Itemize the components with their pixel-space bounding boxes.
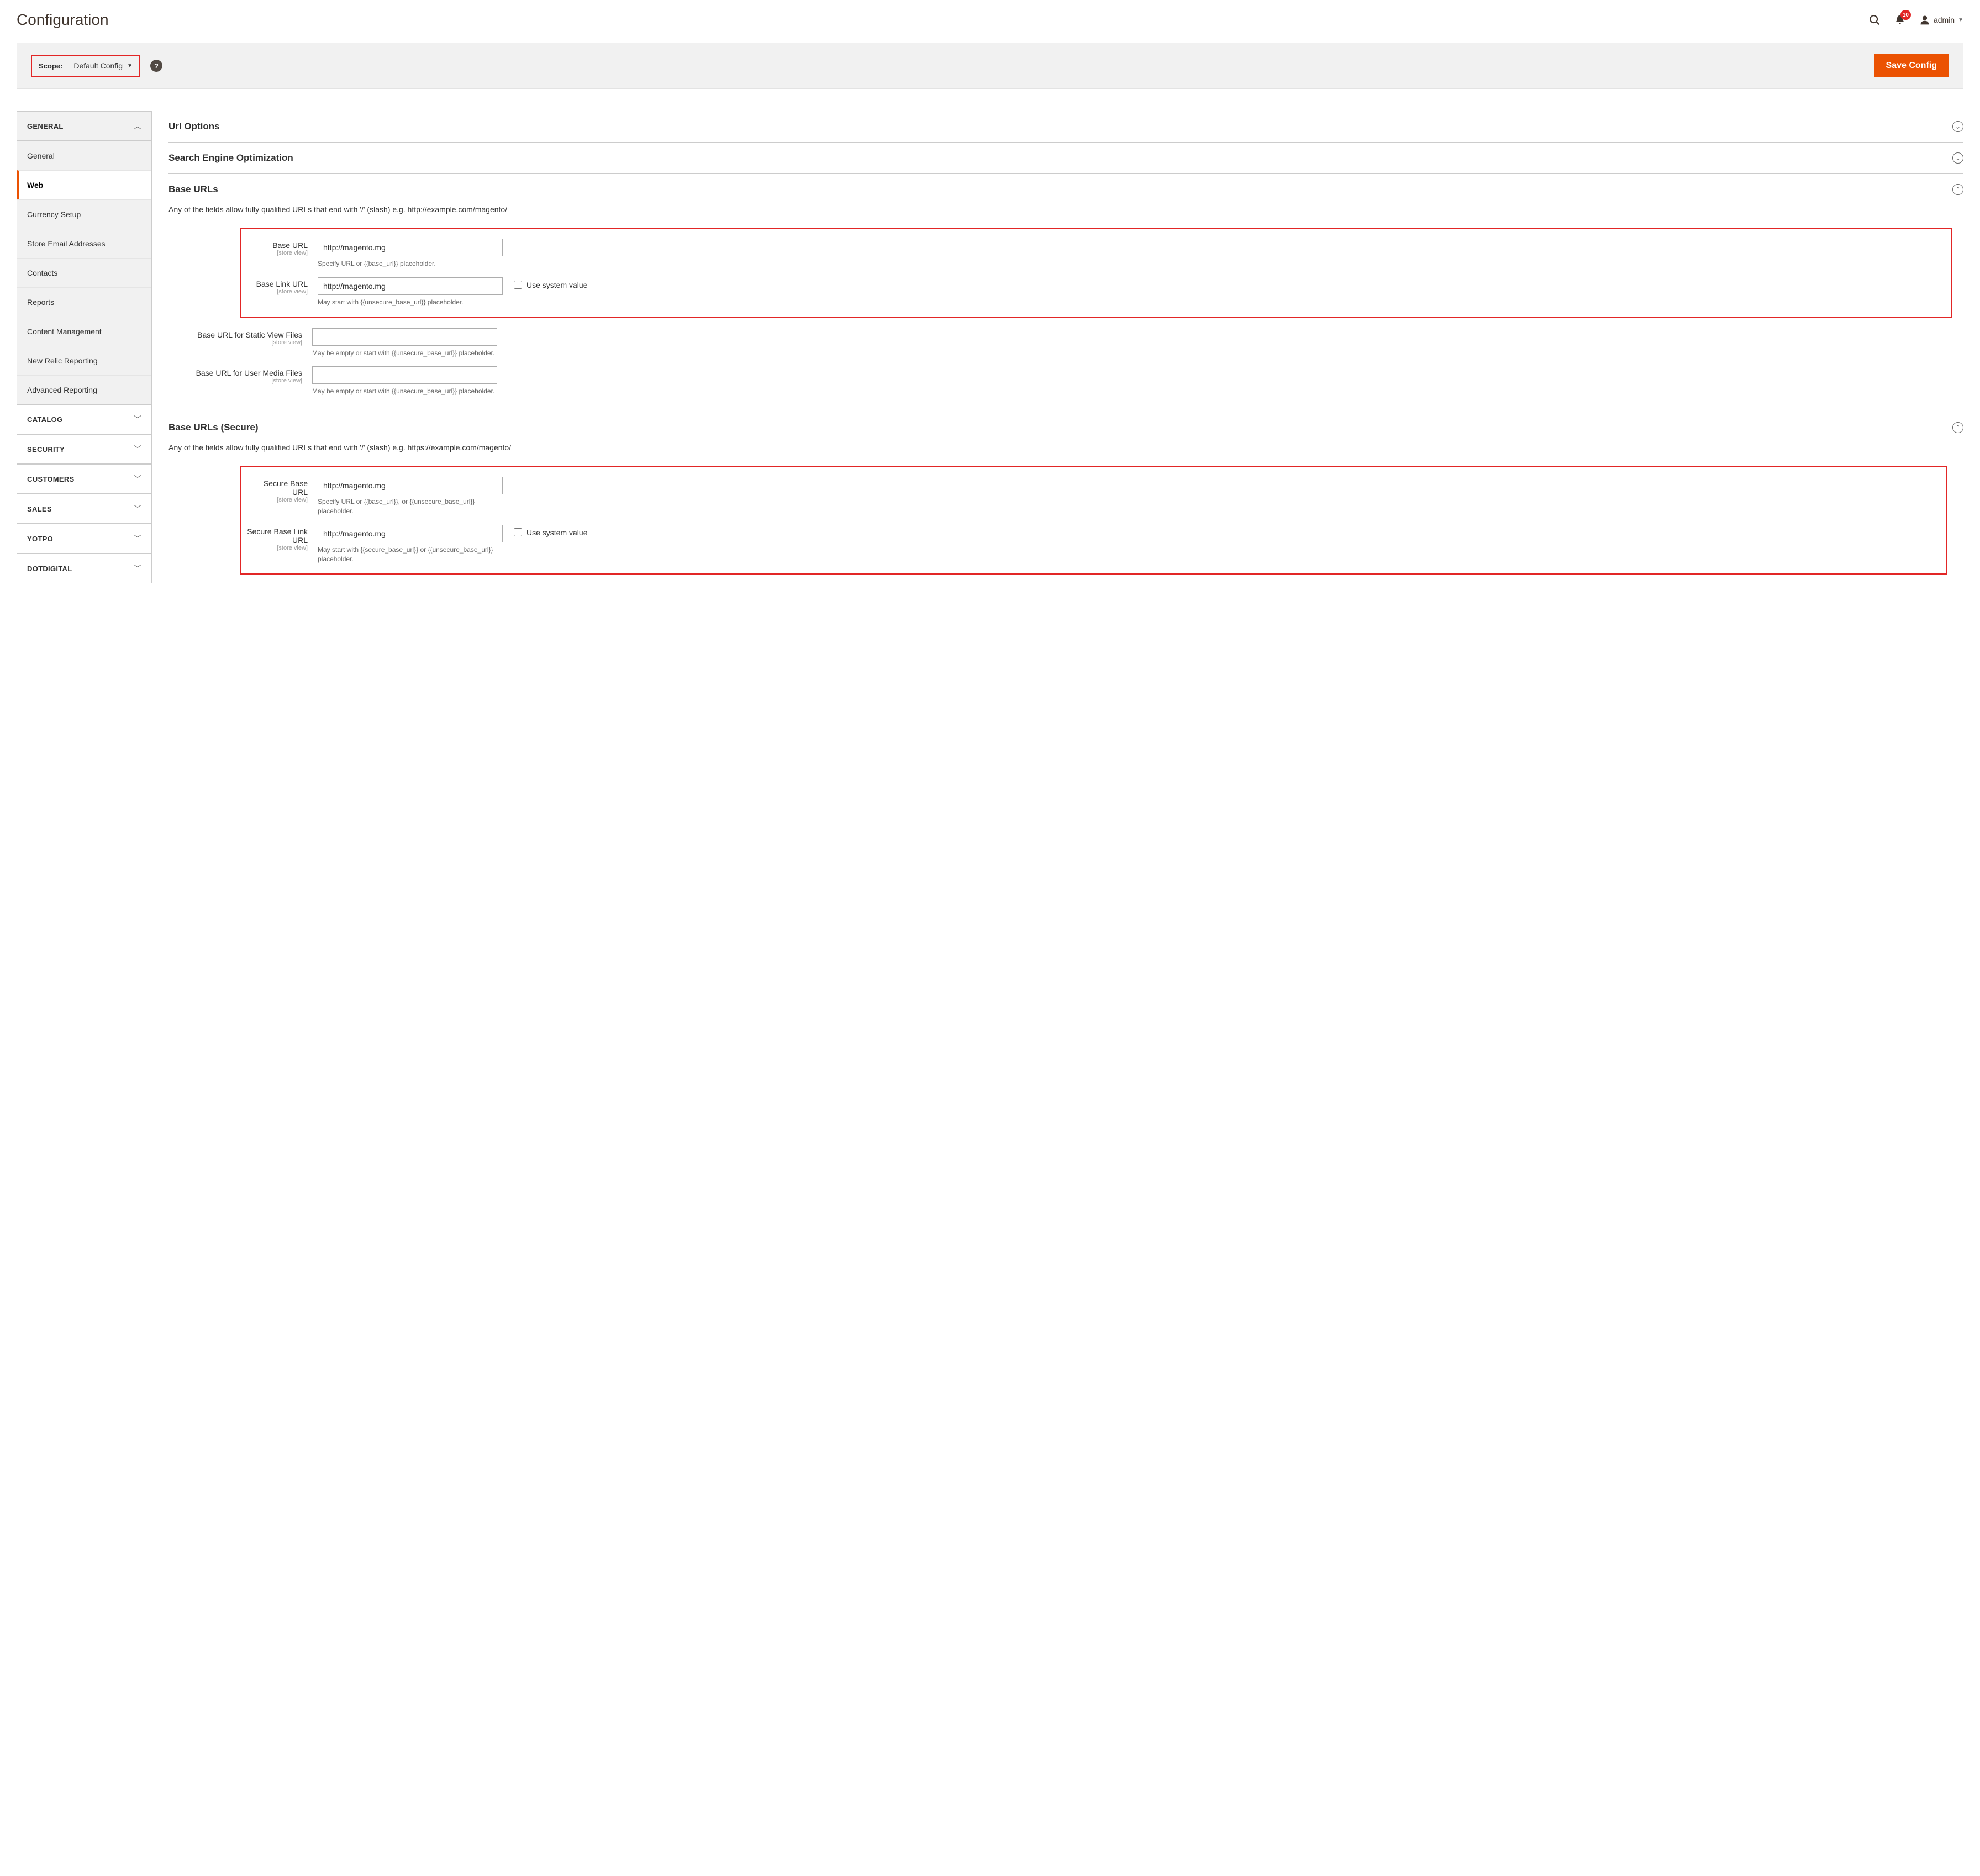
search-icon[interactable] (1868, 14, 1881, 26)
secure-base-url-hint: Specify URL or {{base_url}}, or {{unsecu… (318, 497, 503, 516)
base-link-url-input[interactable] (318, 277, 503, 295)
secure-base-link-url-label: Secure Base Link URL (247, 527, 308, 545)
sidebar-item-advanced-reporting[interactable]: Advanced Reporting (17, 375, 151, 404)
secure-base-link-url-system-checkbox[interactable] (514, 528, 522, 536)
sidebar-section-yotpo[interactable]: YOTPO ﹀ (17, 524, 151, 554)
base-link-url-system-checkbox[interactable] (514, 281, 522, 289)
sidebar-item-web[interactable]: Web (17, 170, 151, 199)
sidebar-section-dotdigital[interactable]: DOTDIGITAL ﹀ (17, 554, 151, 583)
panel-url-options[interactable]: Url Options ⌄ (168, 111, 1963, 142)
base-url-label: Base URL (272, 241, 308, 250)
sidebar-section-sales[interactable]: SALES ﹀ (17, 494, 151, 524)
chevron-down-icon: ﹀ (134, 533, 141, 544)
static-url-input[interactable] (312, 328, 497, 346)
sidebar-item-store-email[interactable]: Store Email Addresses (17, 229, 151, 258)
static-url-scope: [store view] (168, 339, 302, 346)
base-url-input[interactable] (318, 239, 503, 256)
config-main: Url Options ⌄ Search Engine Optimization… (168, 111, 1963, 591)
help-icon[interactable]: ? (150, 60, 162, 72)
sidebar-section-general[interactable]: GENERAL ︿ (17, 112, 151, 141)
page-header: Configuration 10 admin ▼ (17, 11, 1963, 43)
chevron-down-icon: ⌄ (1952, 152, 1963, 164)
save-config-button[interactable]: Save Config (1874, 54, 1949, 77)
username-label: admin (1934, 15, 1955, 24)
static-url-hint: May be empty or start with {{unsecure_ba… (312, 349, 497, 358)
base-urls-secure-note: Any of the fields allow fully qualified … (168, 443, 1963, 460)
config-sidebar: GENERAL ︿ General Web Currency Setup Sto… (17, 111, 152, 583)
page-title: Configuration (17, 11, 1868, 29)
chevron-up-icon: ⌃ (1952, 184, 1963, 195)
secure-base-urls-highlight: Secure Base URL [store view] Specify URL… (240, 466, 1947, 575)
notifications-button[interactable]: 10 (1894, 14, 1905, 26)
secure-base-url-scope: [store view] (246, 497, 308, 503)
scope-bar: Scope: Default Config ▼ ? Save Config (17, 43, 1963, 89)
panel-seo[interactable]: Search Engine Optimization ⌄ (168, 143, 1963, 173)
sidebar-item-currency-setup[interactable]: Currency Setup (17, 199, 151, 229)
base-link-url-scope: [store view] (246, 288, 308, 295)
base-urls-highlight: Base URL [store view] Specify URL or {{b… (240, 228, 1952, 318)
chevron-down-icon: ﹀ (134, 503, 141, 514)
sidebar-item-contacts[interactable]: Contacts (17, 258, 151, 287)
sidebar-section-customers[interactable]: CUSTOMERS ﹀ (17, 464, 151, 494)
chevron-down-icon: ﹀ (134, 444, 141, 455)
scope-value: Default Config (73, 61, 123, 70)
sidebar-section-security[interactable]: SECURITY ﹀ (17, 434, 151, 464)
secure-base-link-url-scope: [store view] (246, 545, 308, 551)
static-url-label: Base URL for Static View Files (197, 330, 302, 339)
user-menu[interactable]: admin ▼ (1919, 14, 1963, 25)
user-icon (1919, 14, 1930, 25)
chevron-up-icon: ⌃ (1952, 422, 1963, 433)
secure-base-url-input[interactable] (318, 477, 503, 494)
sidebar-item-new-relic[interactable]: New Relic Reporting (17, 346, 151, 375)
panel-base-urls-secure[interactable]: Base URLs (Secure) ⌃ (168, 412, 1963, 443)
secure-base-link-url-system-label: Use system value (526, 528, 587, 537)
caret-down-icon: ▼ (1958, 17, 1963, 23)
chevron-down-icon: ⌄ (1952, 121, 1963, 132)
base-url-scope: [store view] (246, 250, 308, 256)
media-url-label: Base URL for User Media Files (196, 368, 302, 377)
media-url-hint: May be empty or start with {{unsecure_ba… (312, 387, 497, 396)
caret-down-icon: ▼ (127, 63, 133, 69)
scope-select[interactable]: Default Config ▼ (73, 61, 133, 70)
base-url-hint: Specify URL or {{base_url}} placeholder. (318, 259, 503, 268)
base-link-url-label: Base Link URL (256, 280, 308, 288)
base-link-url-system-label: Use system value (526, 281, 587, 289)
notification-count-badge: 10 (1900, 10, 1911, 20)
scope-label: Scope: (39, 62, 62, 70)
secure-base-link-url-input[interactable] (318, 525, 503, 542)
sidebar-section-catalog[interactable]: CATALOG ﹀ (17, 404, 151, 434)
media-url-input[interactable] (312, 366, 497, 384)
chevron-up-icon: ︿ (134, 120, 141, 131)
sidebar-item-general[interactable]: General (17, 141, 151, 170)
chevron-down-icon: ﹀ (134, 473, 141, 484)
media-url-scope: [store view] (168, 377, 302, 384)
chevron-down-icon: ﹀ (134, 563, 141, 574)
secure-base-link-url-hint: May start with {{secure_base_url}} or {{… (318, 545, 503, 564)
scope-selector-highlight: Scope: Default Config ▼ (31, 55, 140, 77)
sidebar-item-content-management[interactable]: Content Management (17, 317, 151, 346)
secure-base-url-label: Secure Base URL (264, 479, 308, 497)
base-urls-note: Any of the fields allow fully qualified … (168, 205, 1963, 222)
sidebar-item-reports[interactable]: Reports (17, 287, 151, 317)
chevron-down-icon: ﹀ (134, 414, 141, 425)
panel-base-urls[interactable]: Base URLs ⌃ (168, 174, 1963, 205)
base-link-url-hint: May start with {{unsecure_base_url}} pla… (318, 298, 503, 307)
